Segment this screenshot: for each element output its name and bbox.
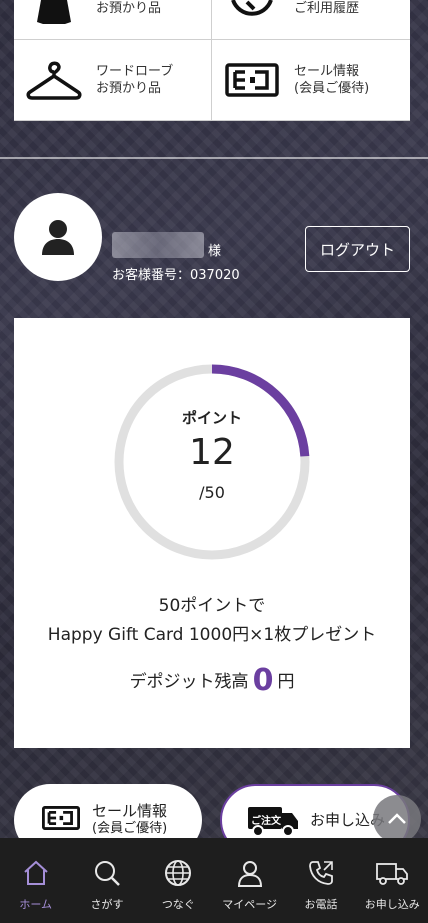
promo-line-1: 50ポイントで bbox=[158, 596, 266, 616]
menu-item-label: セール情報 bbox=[294, 64, 360, 79]
menu-item-sale-info[interactable]: セール情報 (会員ご優待) bbox=[212, 40, 410, 121]
points-label: ポイント bbox=[181, 409, 242, 427]
nav-home[interactable]: ホーム bbox=[0, 838, 71, 923]
clock-icon bbox=[224, 0, 280, 26]
menu-item-label: ワードローブ bbox=[96, 64, 174, 79]
home-icon bbox=[22, 858, 50, 888]
name-honorific: 様 bbox=[208, 244, 222, 259]
menu-item-sublabel: お預かり品 bbox=[96, 81, 162, 96]
deposit-unit: 円 bbox=[277, 672, 295, 692]
points-card: ポイント 12 /50 50ポイントで Happy Gift Card 1000… bbox=[14, 318, 410, 748]
menu-item-sublabel: (会員ご優待) bbox=[294, 81, 370, 96]
chevron-up-icon bbox=[388, 813, 406, 824]
menu-item-wardrobe[interactable]: ワードローブ お預かり品 bbox=[14, 40, 212, 121]
logout-button[interactable]: ログアウト bbox=[305, 226, 410, 272]
user-name-redacted bbox=[112, 232, 204, 258]
user-silhouette-icon bbox=[42, 220, 74, 255]
deposit-value: 0 bbox=[252, 663, 274, 698]
search-icon bbox=[93, 858, 121, 888]
nav-label: ホーム bbox=[19, 898, 52, 911]
sale-info-sublabel: (会員ご優待) bbox=[92, 821, 168, 836]
points-value: 12 bbox=[189, 432, 235, 473]
nav-label: お申し込み bbox=[364, 898, 420, 911]
points-max: /50 bbox=[199, 483, 225, 502]
phone-icon bbox=[307, 858, 335, 888]
scroll-to-top-button[interactable] bbox=[373, 795, 421, 843]
avatar bbox=[14, 193, 102, 281]
jacket-icon bbox=[26, 0, 82, 26]
nav-label: つなぐ bbox=[161, 898, 195, 911]
truck-icon bbox=[376, 858, 409, 888]
top-menu-grid: お預かり品 ご利用履歴 ワードローブ お預かり品 セール情報 (会員ご優待) bbox=[14, 0, 410, 121]
nav-connect[interactable]: つなぐ bbox=[143, 838, 214, 923]
user-icon bbox=[236, 858, 264, 888]
sale-tag-icon bbox=[42, 805, 80, 835]
menu-item-usage-history[interactable]: ご利用履歴 bbox=[212, 0, 410, 40]
customer-number: お客様番号：037020 bbox=[112, 268, 240, 283]
globe-icon bbox=[164, 858, 192, 888]
bottom-navigation: ホーム さがす つなぐ マイページ お電話 お申し込み bbox=[0, 838, 428, 923]
nav-phone[interactable]: お電話 bbox=[285, 838, 356, 923]
nav-label: マイページ bbox=[222, 898, 278, 911]
nav-search[interactable]: さがす bbox=[71, 838, 142, 923]
nav-label: さがす bbox=[90, 898, 124, 911]
hanger-icon bbox=[26, 58, 82, 102]
menu-item-label: ご利用履歴 bbox=[294, 1, 360, 16]
deposit-label: デポジット残高 bbox=[129, 672, 249, 692]
delivery-truck-icon: ご注文 bbox=[248, 803, 298, 837]
nav-apply[interactable]: お申し込み bbox=[357, 838, 428, 923]
menu-item-stored-items[interactable]: お預かり品 bbox=[14, 0, 212, 40]
truck-label: ご注文 bbox=[251, 816, 281, 827]
sale-tag-icon bbox=[224, 63, 280, 97]
promo-line-2: Happy Gift Card 1000円×1枚プレゼント bbox=[47, 625, 377, 645]
deposit-balance: デポジット残高 0 円 bbox=[14, 663, 410, 698]
nav-mypage[interactable]: マイページ bbox=[214, 838, 285, 923]
menu-item-label: お預かり品 bbox=[96, 1, 162, 16]
nav-label: お電話 bbox=[304, 898, 338, 911]
sale-info-label: セール情報 bbox=[92, 802, 168, 820]
section-divider bbox=[0, 157, 428, 159]
